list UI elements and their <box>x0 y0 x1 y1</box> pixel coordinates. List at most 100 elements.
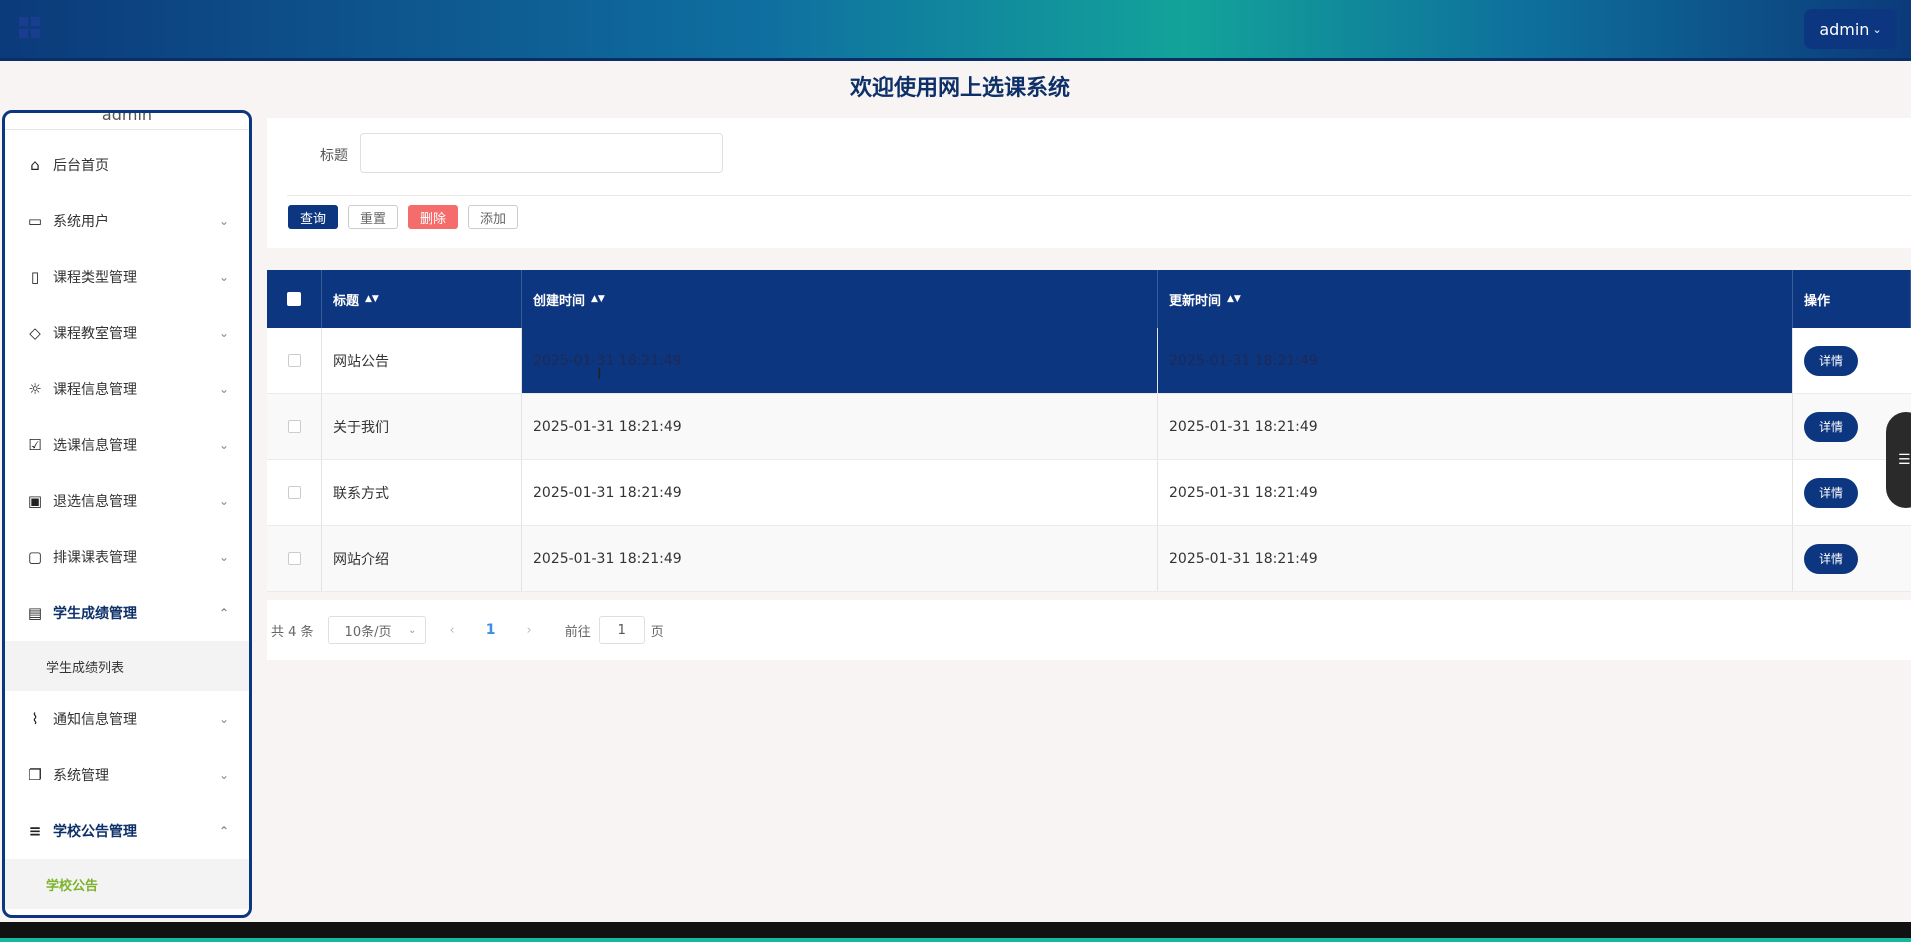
sort-icon[interactable]: ▲▼ <box>591 294 605 303</box>
row-select-cell <box>267 328 322 393</box>
delete-button[interactable]: 删除 <box>408 205 458 229</box>
column-header-actions: 操作 <box>1793 270 1911 328</box>
text-cursor-icon: I <box>597 364 602 383</box>
goto-unit: 页 <box>650 624 664 640</box>
cell-title: 网站公告 <box>322 328 522 393</box>
sidebar-item-label: 后台首页 <box>53 158 109 174</box>
sidebar-item-label: 学校公告管理 <box>53 824 137 840</box>
chevron-down-icon: ⌄ <box>218 494 229 508</box>
goto-page-input[interactable]: 1 <box>598 616 645 644</box>
sidebar-item[interactable]: ☑ 选课信息管理 ⌄ <box>5 417 249 473</box>
sidebar-item[interactable]: ◇ 课程教室管理 ⌄ <box>5 305 249 361</box>
sidebar-item[interactable]: ▤ 学生成绩管理 ⌃ <box>5 585 249 641</box>
cell-created: 2025-01-31 18:21:49 <box>522 526 1158 591</box>
sidebar-item[interactable]: ☼ 课程信息管理 ⌄ <box>5 361 249 417</box>
cell-title: 网站介绍 <box>322 526 522 591</box>
table-row[interactable]: 网站公告 2025-01-31 18:21:49 2025-01-31 18:21:… <box>267 328 1911 394</box>
next-page-icon[interactable]: › <box>527 623 532 638</box>
column-header-title[interactable]: 标题 ▲▼ <box>322 270 522 328</box>
column-header-created[interactable]: 创建时间 ▲▼ <box>522 270 1158 328</box>
select-all-cell <box>267 270 322 328</box>
divider <box>287 195 1911 196</box>
detail-button[interactable]: 详情 <box>1804 411 1858 442</box>
chevron-down-icon: ⌄ <box>408 624 417 636</box>
row-select-cell <box>267 460 322 525</box>
detail-button[interactable]: 详情 <box>1804 477 1858 508</box>
cell-actions: 详情 <box>1793 526 1911 591</box>
chevron-up-icon: ⌃ <box>218 606 229 620</box>
sun-icon: ☼ <box>28 380 42 398</box>
top-bar: admin ⌄ <box>0 0 1911 61</box>
table-row[interactable]: 联系方式 2025-01-31 18:21:49 2025-01-31 18:21:… <box>267 460 1911 526</box>
row-checkbox[interactable] <box>287 552 301 565</box>
select-all-checkbox[interactable] <box>287 292 301 306</box>
table-header: 标题 ▲▼ 创建时间 ▲▼ 更新时间 ▲▼ 操作 <box>267 270 1911 328</box>
sidebar-item[interactable]: ▭ 系统用户 ⌄ <box>5 193 249 249</box>
column-header-label: 操作 <box>1804 293 1831 309</box>
copy-icon: ❐ <box>28 766 42 784</box>
chevron-up-icon: ⌃ <box>218 824 229 838</box>
sidebar-item-label: 课程教室管理 <box>53 326 137 342</box>
title-filter-input[interactable] <box>360 133 723 173</box>
sidebar-item[interactable]: ≡ 学校公告管理 ⌃ <box>5 803 249 859</box>
table-row[interactable]: 网站介绍 2025-01-31 18:21:49 2025-01-31 18:21:… <box>267 526 1911 592</box>
sidebar-item-label: 系统用户 <box>53 214 109 230</box>
paperclip-icon: ⌇ <box>31 710 39 728</box>
user-menu-button[interactable]: admin ⌄ <box>1804 9 1897 49</box>
archive-icon: ▤ <box>27 604 43 622</box>
sidebar-subitem[interactable]: 学生成绩列表 <box>5 641 249 691</box>
chevron-down-icon: ⌄ <box>218 438 229 452</box>
add-button[interactable]: 添加 <box>468 205 518 229</box>
table-row[interactable]: 关于我们 2025-01-31 18:21:49 2025-01-31 18:21:… <box>267 394 1911 460</box>
clipboard-icon: ▣ <box>27 492 43 510</box>
tag-icon: ◇ <box>29 324 41 342</box>
sort-icon[interactable]: ▲▼ <box>365 294 379 303</box>
reset-button[interactable]: 重置 <box>348 205 398 229</box>
detail-button[interactable]: 详情 <box>1804 345 1858 376</box>
sidebar-item-label: 退选信息管理 <box>53 494 137 510</box>
cell-created: 2025-01-31 18:21:49 <box>522 394 1158 459</box>
cell-updated: 2025-01-31 18:21:49 <box>1158 526 1793 591</box>
row-select-cell <box>267 526 322 591</box>
sidebar-item[interactable]: ❐ 系统管理 ⌄ <box>5 747 249 803</box>
chevron-down-icon: ⌄ <box>218 550 229 564</box>
apps-grid-icon[interactable] <box>19 17 40 38</box>
column-header-updated[interactable]: 更新时间 ▲▼ <box>1158 270 1793 328</box>
sidebar-menu: ⌂ 后台首页 ▭ 系统用户 ⌄ ▯ 课程类型管理 ⌄ ◇ 课程教室管理 ⌄ ☼ 课程信息管理 ⌄ ☑ 选课信息… <box>5 137 249 909</box>
home-icon: ⌂ <box>30 156 40 174</box>
cell-title: 关于我们 <box>322 394 522 459</box>
sidebar-item-label: 排课课表管理 <box>53 550 137 566</box>
sidebar-item[interactable]: ⌂ 后台首页 <box>5 137 249 193</box>
message-icon: ▢ <box>27 548 43 566</box>
chevron-down-icon: ⌄ <box>1872 22 1882 36</box>
page-size-select[interactable]: 10条/页 ⌄ <box>327 616 426 644</box>
row-checkbox[interactable] <box>287 486 301 499</box>
floating-side-tab[interactable]: ☰ <box>1886 412 1911 508</box>
sidebar-item[interactable]: ▯ 课程类型管理 ⌄ <box>5 249 249 305</box>
cell-title: 联系方式 <box>322 460 522 525</box>
table-body: 网站公告 2025-01-31 18:21:49 2025-01-31 18:21:… <box>267 328 1911 592</box>
row-checkbox[interactable] <box>287 354 301 367</box>
query-button[interactable]: 查询 <box>288 205 338 229</box>
detail-button[interactable]: 详情 <box>1804 543 1858 574</box>
prev-page-icon[interactable]: ‹ <box>450 623 455 638</box>
bookmark-icon: ▯ <box>30 268 40 286</box>
chevron-down-icon: ⌄ <box>218 270 229 284</box>
column-header-label: 创建时间 <box>533 293 586 309</box>
inbox-icon: ☑ <box>28 436 42 454</box>
sidebar-item-label: 学生成绩管理 <box>53 606 137 622</box>
bottom-bar <box>0 922 1911 942</box>
cell-created: 2025-01-31 18:21:49 <box>522 328 1158 393</box>
laptop-icon: ▭ <box>27 212 43 230</box>
cell-updated: 2025-01-31 18:21:49 <box>1158 328 1793 393</box>
sidebar-item[interactable]: ⌇ 通知信息管理 ⌄ <box>5 691 249 747</box>
sort-icon[interactable]: ▲▼ <box>1227 294 1241 303</box>
chevron-down-icon: ⌄ <box>218 326 229 340</box>
sidebar-item[interactable]: ▢ 排课课表管理 ⌄ <box>5 529 249 585</box>
sidebar-item[interactable]: ▣ 退选信息管理 ⌄ <box>5 473 249 529</box>
row-checkbox[interactable] <box>287 420 301 433</box>
sidebar-subitem[interactable]: 学校公告 <box>5 859 249 909</box>
cell-updated: 2025-01-31 18:21:49 <box>1158 460 1793 525</box>
page-number[interactable]: 1 <box>486 622 496 638</box>
chevron-down-icon: ⌄ <box>218 712 229 726</box>
